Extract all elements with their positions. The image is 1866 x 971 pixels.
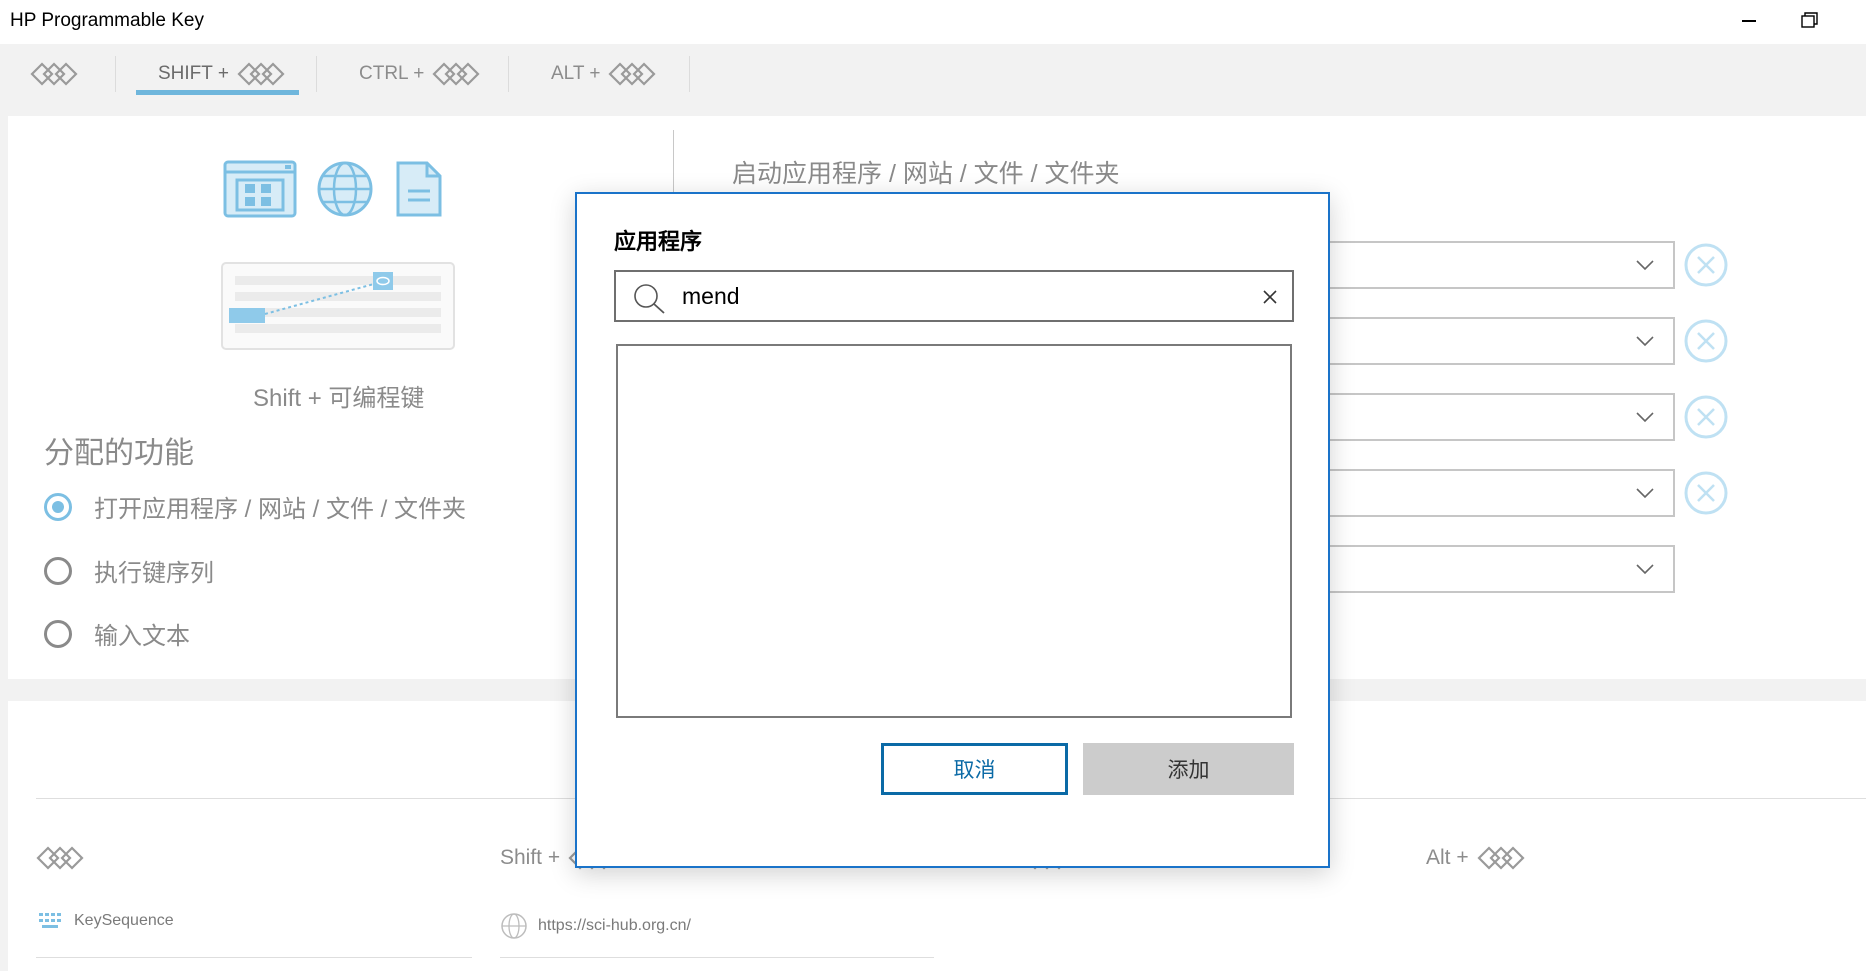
summary-item-shift[interactable]: https://sci-hub.org.cn/: [500, 912, 691, 940]
programmable-key-icon: [608, 62, 657, 86]
programmable-key-icon: [30, 62, 78, 86]
launch-dropdown[interactable]: [1320, 241, 1675, 289]
radio-button[interactable]: [44, 619, 72, 648]
summary-underline: [36, 957, 472, 958]
radio-button[interactable]: [44, 556, 72, 585]
keyboard-icon: [39, 913, 61, 928]
option-open-app[interactable]: 打开应用程序 / 网站 / 文件 / 文件夹: [44, 489, 466, 524]
programmable-key-icon: [36, 846, 84, 870]
option-label: 执行键序列: [94, 560, 214, 587]
tab-alt-label: ALT +: [551, 63, 601, 84]
globe-icon: [501, 913, 527, 939]
summary-item-key[interactable]: KeySequence: [38, 912, 174, 930]
remove-slot-icon[interactable]: [1684, 471, 1728, 515]
tab-divider: [316, 56, 317, 92]
tab-divider: [115, 56, 116, 92]
summary-heading: Shift +: [500, 846, 561, 869]
summary-item-label: https://sci-hub.org.cn/: [538, 917, 691, 934]
website-icon[interactable]: [315, 160, 375, 218]
chevron-down-icon: [1636, 260, 1654, 271]
add-button[interactable]: 添加: [1083, 743, 1294, 795]
launch-section-title: 启动应用程序 / 网站 / 文件 / 文件夹: [732, 160, 1120, 188]
results-list[interactable]: [616, 344, 1292, 718]
restore-icon: [1801, 12, 1818, 28]
programmable-key-icon: [1477, 846, 1525, 870]
restore-button[interactable]: [1786, 0, 1832, 44]
summary-heading: Alt +: [1426, 846, 1469, 869]
launch-dropdown[interactable]: [1320, 317, 1675, 365]
dialog-title: 应用程序: [614, 229, 703, 254]
tab-ctrl-label: CTRL +: [359, 63, 425, 84]
chevron-down-icon: [1636, 336, 1654, 347]
summary-column-alt: Alt +: [1426, 846, 1525, 870]
launch-dropdown[interactable]: [1320, 393, 1675, 441]
minimize-button[interactable]: [1726, 0, 1772, 44]
summary-column-key: [36, 846, 84, 870]
launch-dropdown[interactable]: [1320, 469, 1675, 517]
option-input-text[interactable]: 输入文本: [44, 616, 190, 651]
app-picker-dialog: 应用程序 取消 添加: [575, 192, 1330, 868]
illustration-caption: Shift + 可编程键: [253, 385, 425, 412]
option-label: 输入文本: [94, 623, 190, 650]
chevron-down-icon: [1636, 488, 1654, 499]
programmable-key-icon: [237, 62, 285, 86]
remove-slot-icon[interactable]: [1684, 395, 1728, 439]
option-label: 打开应用程序 / 网站 / 文件 / 文件夹: [94, 496, 467, 523]
file-icon[interactable]: [394, 160, 444, 218]
remove-slot-icon[interactable]: [1684, 243, 1728, 287]
search-box[interactable]: [614, 270, 1294, 322]
close-icon[interactable]: [1262, 289, 1278, 305]
title-bar: [0, 0, 1866, 44]
summary-underline: [500, 957, 934, 958]
programmable-key-icon: [432, 62, 480, 86]
window-title: HP Programmable Key: [10, 10, 204, 31]
search-icon: [634, 284, 665, 314]
launch-dropdown[interactable]: [1320, 545, 1675, 593]
tab-shift-label: SHIFT +: [158, 63, 229, 84]
option-key-sequence[interactable]: 执行键序列: [44, 553, 214, 588]
summary-item-label: KeySequence: [74, 912, 174, 929]
tab-ctrl[interactable]: CTRL +: [359, 52, 480, 96]
remove-slot-icon[interactable]: [1684, 319, 1728, 363]
tab-programmable-key[interactable]: [30, 52, 78, 96]
tab-divider: [689, 56, 690, 92]
tab-alt[interactable]: ALT +: [551, 52, 657, 96]
keyboard-illustration: [221, 262, 455, 350]
search-input[interactable]: [682, 278, 1242, 314]
radio-button-checked[interactable]: [44, 492, 72, 521]
chevron-down-icon: [1636, 412, 1654, 423]
cancel-button[interactable]: 取消: [881, 743, 1068, 795]
tab-divider: [508, 56, 509, 92]
chevron-down-icon: [1636, 564, 1654, 575]
application-icon[interactable]: [223, 160, 297, 218]
active-tab-indicator: [136, 90, 299, 95]
function-heading: 分配的功能: [44, 437, 194, 470]
